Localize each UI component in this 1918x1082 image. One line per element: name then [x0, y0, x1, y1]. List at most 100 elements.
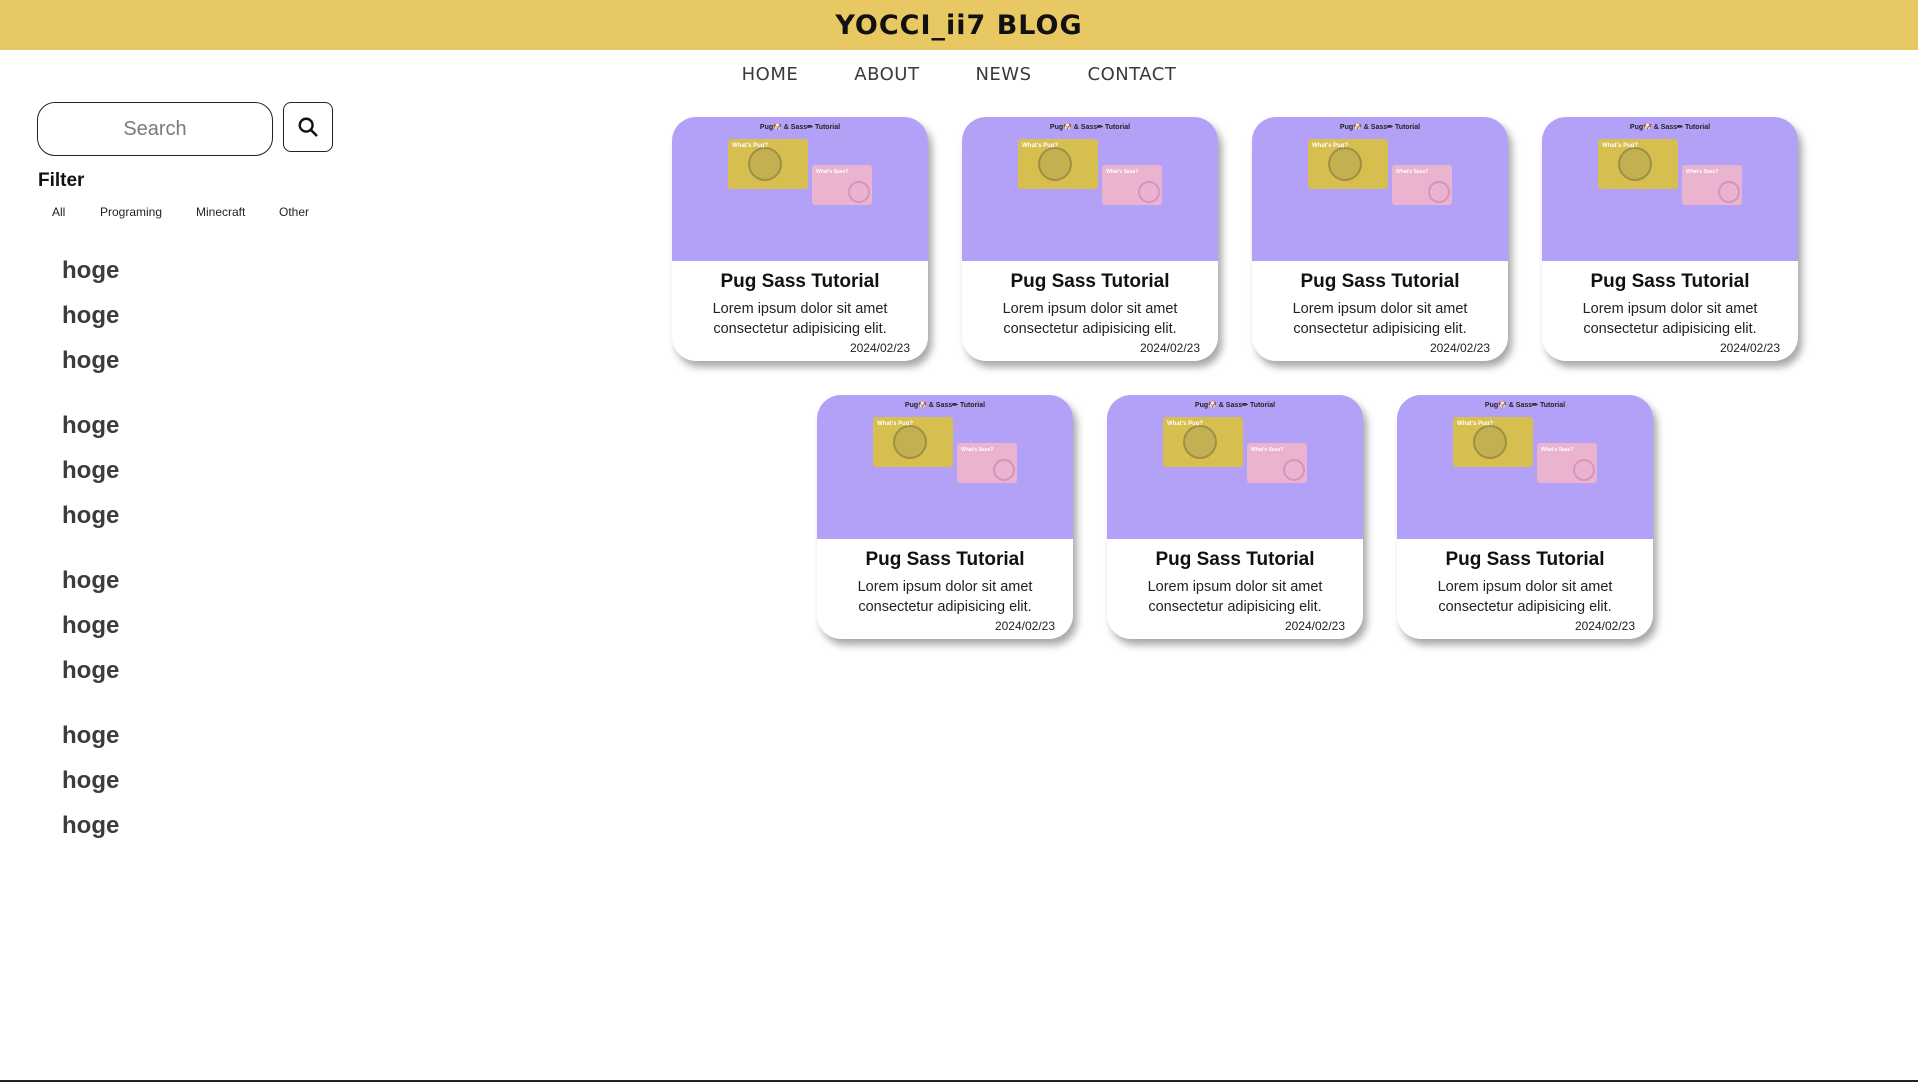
card-date: 2024/02/23 — [1574, 619, 1635, 633]
thumbnail-pug-panel: What's Pug? — [1598, 139, 1678, 189]
list-item[interactable]: hoge — [62, 403, 119, 448]
nav-about[interactable]: ABOUT — [854, 60, 919, 90]
pug-image-icon — [893, 425, 927, 459]
thumbnail-pug-panel: What's Pug? — [1453, 417, 1533, 467]
card-date: 2024/02/23 — [849, 341, 910, 355]
card-description: Lorem ipsum dolor sit amet consectetur a… — [1147, 579, 1323, 615]
thumbnail-title: Pug🐶 & Sass✏ Tutorial — [1339, 124, 1421, 131]
thumbnail-sass-panel: What's Sass? — [812, 165, 872, 205]
thumbnail-sass-panel: What's Sass? — [1537, 443, 1597, 483]
filter-title: Filter — [38, 170, 85, 191]
thumbnail-sass-label: What's Sass? — [1106, 169, 1139, 175]
post-card[interactable]: Pug🐶 & Sass✏ Tutorial What's Pug? What's… — [672, 117, 928, 361]
list-item[interactable]: hoge — [62, 558, 119, 603]
thumbnail-sass-label: What's Sass? — [816, 169, 849, 175]
sass-logo-icon — [1283, 459, 1305, 481]
thumbnail-sass-label: What's Sass? — [1541, 447, 1574, 453]
list-item[interactable]: hoge — [62, 448, 119, 493]
card-title: Pug Sass Tutorial — [1010, 271, 1170, 292]
post-list: hoge hoge hoge hoge hoge hoge hoge hoge … — [62, 248, 119, 868]
filter-tabs: All Programing Minecraft Other — [52, 205, 329, 219]
card-date: 2024/02/23 — [1719, 341, 1780, 355]
sass-logo-icon — [848, 181, 870, 203]
thumbnail-title: Pug🐶 & Sass✏ Tutorial — [759, 124, 841, 131]
header-bar: YOCCI_ii7 BLOG — [0, 0, 1918, 50]
thumbnail-sass-label: What's Sass? — [1686, 169, 1719, 175]
card-thumbnail: Pug🐶 & Sass✏ Tutorial What's Pug? What's… — [1397, 395, 1653, 539]
filter-other[interactable]: Other — [279, 205, 329, 219]
card-description: Lorem ipsum dolor sit amet consectetur a… — [857, 579, 1033, 615]
pug-image-icon — [1183, 425, 1217, 459]
main-nav: HOME ABOUT NEWS CONTACT — [0, 60, 1918, 90]
thumbnail-pug-panel: What's Pug? — [728, 139, 808, 189]
list-item[interactable]: hoge — [62, 648, 119, 693]
thumbnail-sass-label: What's Sass? — [1251, 447, 1284, 453]
card-thumbnail: Pug🐶 & Sass✏ Tutorial What's Pug? What's… — [1542, 117, 1798, 261]
card-description: Lorem ipsum dolor sit amet consectetur a… — [712, 301, 888, 337]
card-thumbnail: Pug🐶 & Sass✏ Tutorial What's Pug? What's… — [1107, 395, 1363, 539]
pug-image-icon — [748, 147, 782, 181]
pug-image-icon — [1473, 425, 1507, 459]
nav-contact[interactable]: CONTACT — [1088, 60, 1177, 90]
card-thumbnail: Pug🐶 & Sass✏ Tutorial What's Pug? What's… — [962, 117, 1218, 261]
post-card[interactable]: Pug🐶 & Sass✏ Tutorial What's Pug? What's… — [1542, 117, 1798, 361]
pug-image-icon — [1038, 147, 1072, 181]
list-group: hoge hoge hoge — [62, 558, 119, 693]
thumbnail-pug-panel: What's Pug? — [1163, 417, 1243, 467]
card-description: Lorem ipsum dolor sit amet consectetur a… — [1437, 579, 1613, 615]
search-input[interactable] — [37, 102, 273, 156]
thumbnail-pug-panel: What's Pug? — [1018, 139, 1098, 189]
card-row: Pug🐶 & Sass✏ Tutorial What's Pug? What's… — [817, 395, 1653, 639]
list-item[interactable]: hoge — [62, 803, 119, 848]
card-title: Pug Sass Tutorial — [1155, 549, 1315, 570]
sass-logo-icon — [1138, 181, 1160, 203]
card-title: Pug Sass Tutorial — [1590, 271, 1750, 292]
card-description: Lorem ipsum dolor sit amet consectetur a… — [1002, 301, 1178, 337]
sass-logo-icon — [1718, 181, 1740, 203]
card-title: Pug Sass Tutorial — [1300, 271, 1460, 292]
thumbnail-pug-panel: What's Pug? — [873, 417, 953, 467]
list-item[interactable]: hoge — [62, 248, 119, 293]
card-date: 2024/02/23 — [1429, 341, 1490, 355]
thumbnail-sass-panel: What's Sass? — [957, 443, 1017, 483]
post-card[interactable]: Pug🐶 & Sass✏ Tutorial What's Pug? What's… — [817, 395, 1073, 639]
post-card[interactable]: Pug🐶 & Sass✏ Tutorial What's Pug? What's… — [962, 117, 1218, 361]
card-thumbnail: Pug🐶 & Sass✏ Tutorial What's Pug? What's… — [1252, 117, 1508, 261]
list-item[interactable]: hoge — [62, 603, 119, 648]
thumbnail-title: Pug🐶 & Sass✏ Tutorial — [1194, 402, 1276, 409]
filter-all[interactable]: All — [52, 205, 100, 219]
thumbnail-sass-panel: What's Sass? — [1682, 165, 1742, 205]
nav-news[interactable]: NEWS — [975, 60, 1031, 90]
list-item[interactable]: hoge — [62, 293, 119, 338]
thumbnail-title: Pug🐶 & Sass✏ Tutorial — [904, 402, 986, 409]
sass-logo-icon — [993, 459, 1015, 481]
filter-programing[interactable]: Programing — [100, 205, 196, 219]
post-card[interactable]: Pug🐶 & Sass✏ Tutorial What's Pug? What's… — [1397, 395, 1653, 639]
thumbnail-sass-label: What's Sass? — [1396, 169, 1429, 175]
card-thumbnail: Pug🐶 & Sass✏ Tutorial What's Pug? What's… — [817, 395, 1073, 539]
card-date: 2024/02/23 — [994, 619, 1055, 633]
post-card[interactable]: Pug🐶 & Sass✏ Tutorial What's Pug? What's… — [1252, 117, 1508, 361]
search-icon — [298, 117, 318, 137]
search-button[interactable] — [283, 102, 333, 152]
list-item[interactable]: hoge — [62, 493, 119, 538]
list-group: hoge hoge hoge — [62, 713, 119, 848]
list-item[interactable]: hoge — [62, 713, 119, 758]
card-row: Pug🐶 & Sass✏ Tutorial What's Pug? What's… — [672, 117, 1798, 361]
pug-image-icon — [1618, 147, 1652, 181]
site-title[interactable]: YOCCI_ii7 BLOG — [835, 10, 1082, 41]
thumbnail-pug-panel: What's Pug? — [1308, 139, 1388, 189]
post-card[interactable]: Pug🐶 & Sass✏ Tutorial What's Pug? What's… — [1107, 395, 1363, 639]
card-description: Lorem ipsum dolor sit amet consectetur a… — [1292, 301, 1468, 337]
card-description: Lorem ipsum dolor sit amet consectetur a… — [1582, 301, 1758, 337]
card-date: 2024/02/23 — [1139, 341, 1200, 355]
filter-minecraft[interactable]: Minecraft — [196, 205, 279, 219]
sass-logo-icon — [1428, 181, 1450, 203]
list-group: hoge hoge hoge — [62, 403, 119, 538]
thumbnail-title: Pug🐶 & Sass✏ Tutorial — [1484, 402, 1566, 409]
nav-home[interactable]: HOME — [742, 60, 799, 90]
card-title: Pug Sass Tutorial — [1445, 549, 1605, 570]
list-item[interactable]: hoge — [62, 758, 119, 803]
card-thumbnail: Pug🐶 & Sass✏ Tutorial What's Pug? What's… — [672, 117, 928, 261]
list-item[interactable]: hoge — [62, 338, 119, 383]
